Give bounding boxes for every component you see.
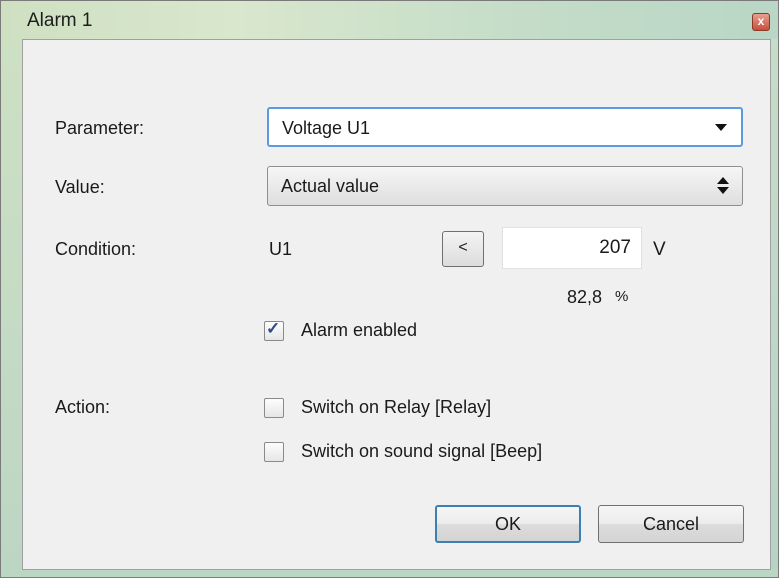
value-selected: Actual value	[281, 176, 380, 196]
comparator-button[interactable]: <	[442, 231, 484, 267]
percent-unit: %	[615, 288, 629, 305]
cancel-button[interactable]: Cancel	[598, 505, 744, 543]
beep-checkbox[interactable]	[264, 442, 284, 462]
window-frame-left	[1, 39, 22, 577]
window-frame-right	[770, 39, 778, 577]
alarm-dialog: Alarm 1 x Parameter: Voltage U1 Value: A…	[0, 0, 779, 578]
checkmark-icon: ✓	[266, 319, 281, 338]
parameter-combobox[interactable]: Voltage U1	[267, 107, 743, 147]
value-label: Value:	[55, 177, 105, 197]
ok-button[interactable]: OK	[435, 505, 581, 543]
threshold-unit: V	[653, 239, 666, 260]
parameter-label: Parameter:	[55, 118, 145, 138]
title-bar[interactable]: Alarm 1 x	[1, 1, 778, 39]
alarm-enabled-checkbox[interactable]: ✓	[264, 319, 284, 341]
parameter-value: Voltage U1	[282, 118, 371, 138]
percent-value: 82,8	[567, 287, 603, 307]
action-label: Action:	[55, 397, 111, 417]
chevron-down-icon[interactable]	[715, 124, 727, 131]
close-icon[interactable]: x	[752, 13, 770, 31]
condition-variable: U1	[269, 239, 293, 259]
beep-label[interactable]: Switch on sound signal [Beep]	[301, 441, 542, 462]
threshold-input[interactable]: 207	[502, 227, 642, 269]
value-select[interactable]: Actual value	[267, 166, 743, 206]
updown-arrows-icon[interactable]	[717, 177, 729, 195]
alarm-enabled-label[interactable]: Alarm enabled	[301, 320, 417, 341]
relay-label[interactable]: Switch on Relay [Relay]	[301, 397, 491, 418]
relay-checkbox[interactable]	[264, 398, 284, 418]
window-frame-bottom	[1, 569, 778, 577]
window-title: Alarm 1	[27, 10, 93, 31]
condition-label: Condition:	[55, 239, 137, 259]
